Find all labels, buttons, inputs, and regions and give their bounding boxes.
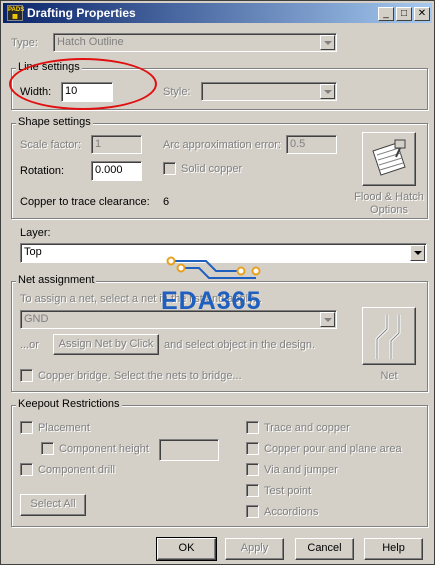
copper-pour-label: Copper pour and plane area — [264, 443, 402, 455]
style-dropdown[interactable] — [201, 82, 337, 101]
clearance-label: Copper to trace clearance: — [20, 196, 150, 208]
component-drill-checkbox[interactable] — [20, 463, 33, 476]
component-height-label: Component height — [59, 443, 149, 455]
style-label: Style: — [163, 86, 191, 98]
select-object-text: and select object in the design. — [164, 339, 316, 351]
rotation-label: Rotation: — [20, 165, 65, 177]
net-icon — [375, 315, 401, 359]
net-button-label: Net — [380, 370, 398, 382]
rotation-input[interactable]: 0.000 — [91, 161, 142, 181]
copper-pour-checkbox[interactable] — [246, 442, 259, 455]
pads-app-icon: PADS ▦ — [7, 5, 25, 21]
type-label: Type: — [11, 37, 38, 49]
drafting-properties-dialog: PADS ▦ Drafting Properties _ □ ✕ Type: Ha… — [0, 0, 435, 565]
layer-value: Top — [24, 246, 42, 258]
cancel-label: Cancel — [307, 542, 342, 554]
type-dropdown[interactable]: Hatch Outline — [53, 33, 337, 52]
test-point-label: Test point — [264, 485, 312, 497]
flood-hatch-label-line2: Options — [370, 204, 408, 216]
net-value: GND — [24, 313, 49, 325]
chevron-down-icon — [320, 35, 335, 50]
watermark-trace-graphic — [166, 256, 261, 279]
arc-error-value: 0.5 — [290, 138, 306, 150]
ok-label: OK — [178, 542, 195, 554]
keepout-title: Keepout Restrictions — [16, 398, 122, 410]
accordions-label: Accordions — [264, 506, 319, 518]
net-assignment-title: Net assignment — [16, 274, 97, 286]
solid-copper-label: Solid copper — [181, 163, 243, 175]
trace-and-copper-label: Trace and copper — [264, 422, 350, 434]
maximize-button[interactable]: □ — [396, 7, 412, 21]
clearance-value: 6 — [163, 196, 170, 208]
minimize-button[interactable]: _ — [378, 7, 394, 21]
trace-and-copper-checkbox[interactable] — [246, 421, 259, 434]
annotation-circle — [9, 58, 157, 110]
component-height-input[interactable] — [159, 439, 219, 461]
copper-bridge-label: Copper bridge. Select the nets to bridge… — [38, 370, 242, 382]
maximize-icon: □ — [400, 8, 408, 19]
shape-settings-title: Shape settings — [16, 116, 93, 128]
flood-hatch-icon — [372, 139, 406, 176]
net-button[interactable] — [362, 307, 416, 365]
scale-factor-label: Scale factor: — [20, 139, 82, 151]
close-button[interactable]: ✕ — [414, 7, 430, 21]
arc-error-label: Arc approximation error: — [163, 139, 281, 151]
scale-factor-value: 1 — [95, 138, 102, 150]
select-all-button[interactable]: Select All — [20, 494, 86, 516]
cancel-button[interactable]: Cancel — [295, 538, 354, 560]
component-drill-label: Component drill — [38, 464, 116, 476]
assign-net-button-label: Assign Net by Click — [58, 338, 154, 350]
or-label: ...or — [20, 339, 39, 351]
watermark-text: EDA365 — [161, 287, 262, 315]
assign-net-by-click-button[interactable]: Assign Net by Click — [53, 334, 159, 355]
via-and-jumper-checkbox[interactable] — [246, 463, 259, 476]
window-title: Drafting Properties — [27, 6, 136, 20]
type-value: Hatch Outline — [57, 36, 124, 48]
via-and-jumper-label: Via and jumper — [264, 464, 338, 476]
select-all-label: Select All — [30, 498, 76, 510]
help-label: Help — [382, 542, 405, 554]
chevron-down-icon — [320, 84, 335, 99]
close-icon: ✕ — [417, 8, 427, 19]
solid-copper-checkbox[interactable] — [163, 162, 176, 175]
apply-label: Apply — [240, 542, 269, 554]
flood-hatch-options-button[interactable] — [362, 132, 416, 186]
placement-checkbox[interactable] — [20, 421, 33, 434]
placement-label: Placement — [38, 422, 90, 434]
layer-label: Layer: — [20, 227, 51, 239]
chevron-down-icon — [410, 245, 425, 261]
arc-error-input[interactable]: 0.5 — [286, 135, 337, 154]
component-height-checkbox[interactable] — [41, 442, 54, 455]
help-button[interactable]: Help — [364, 538, 423, 560]
rotation-value: 0.000 — [95, 164, 123, 176]
scale-factor-input[interactable]: 1 — [91, 135, 142, 154]
minimize-icon: _ — [383, 8, 389, 19]
title-bar[interactable]: PADS ▦ Drafting Properties _ □ ✕ — [3, 3, 432, 23]
apply-button[interactable]: Apply — [225, 538, 284, 560]
chevron-down-icon — [320, 312, 335, 327]
test-point-checkbox[interactable] — [246, 484, 259, 497]
copper-bridge-checkbox[interactable] — [20, 369, 33, 382]
flood-hatch-label-line1: Flood & Hatch — [354, 191, 424, 203]
ok-button[interactable]: OK — [156, 537, 217, 561]
accordions-checkbox[interactable] — [246, 505, 259, 518]
